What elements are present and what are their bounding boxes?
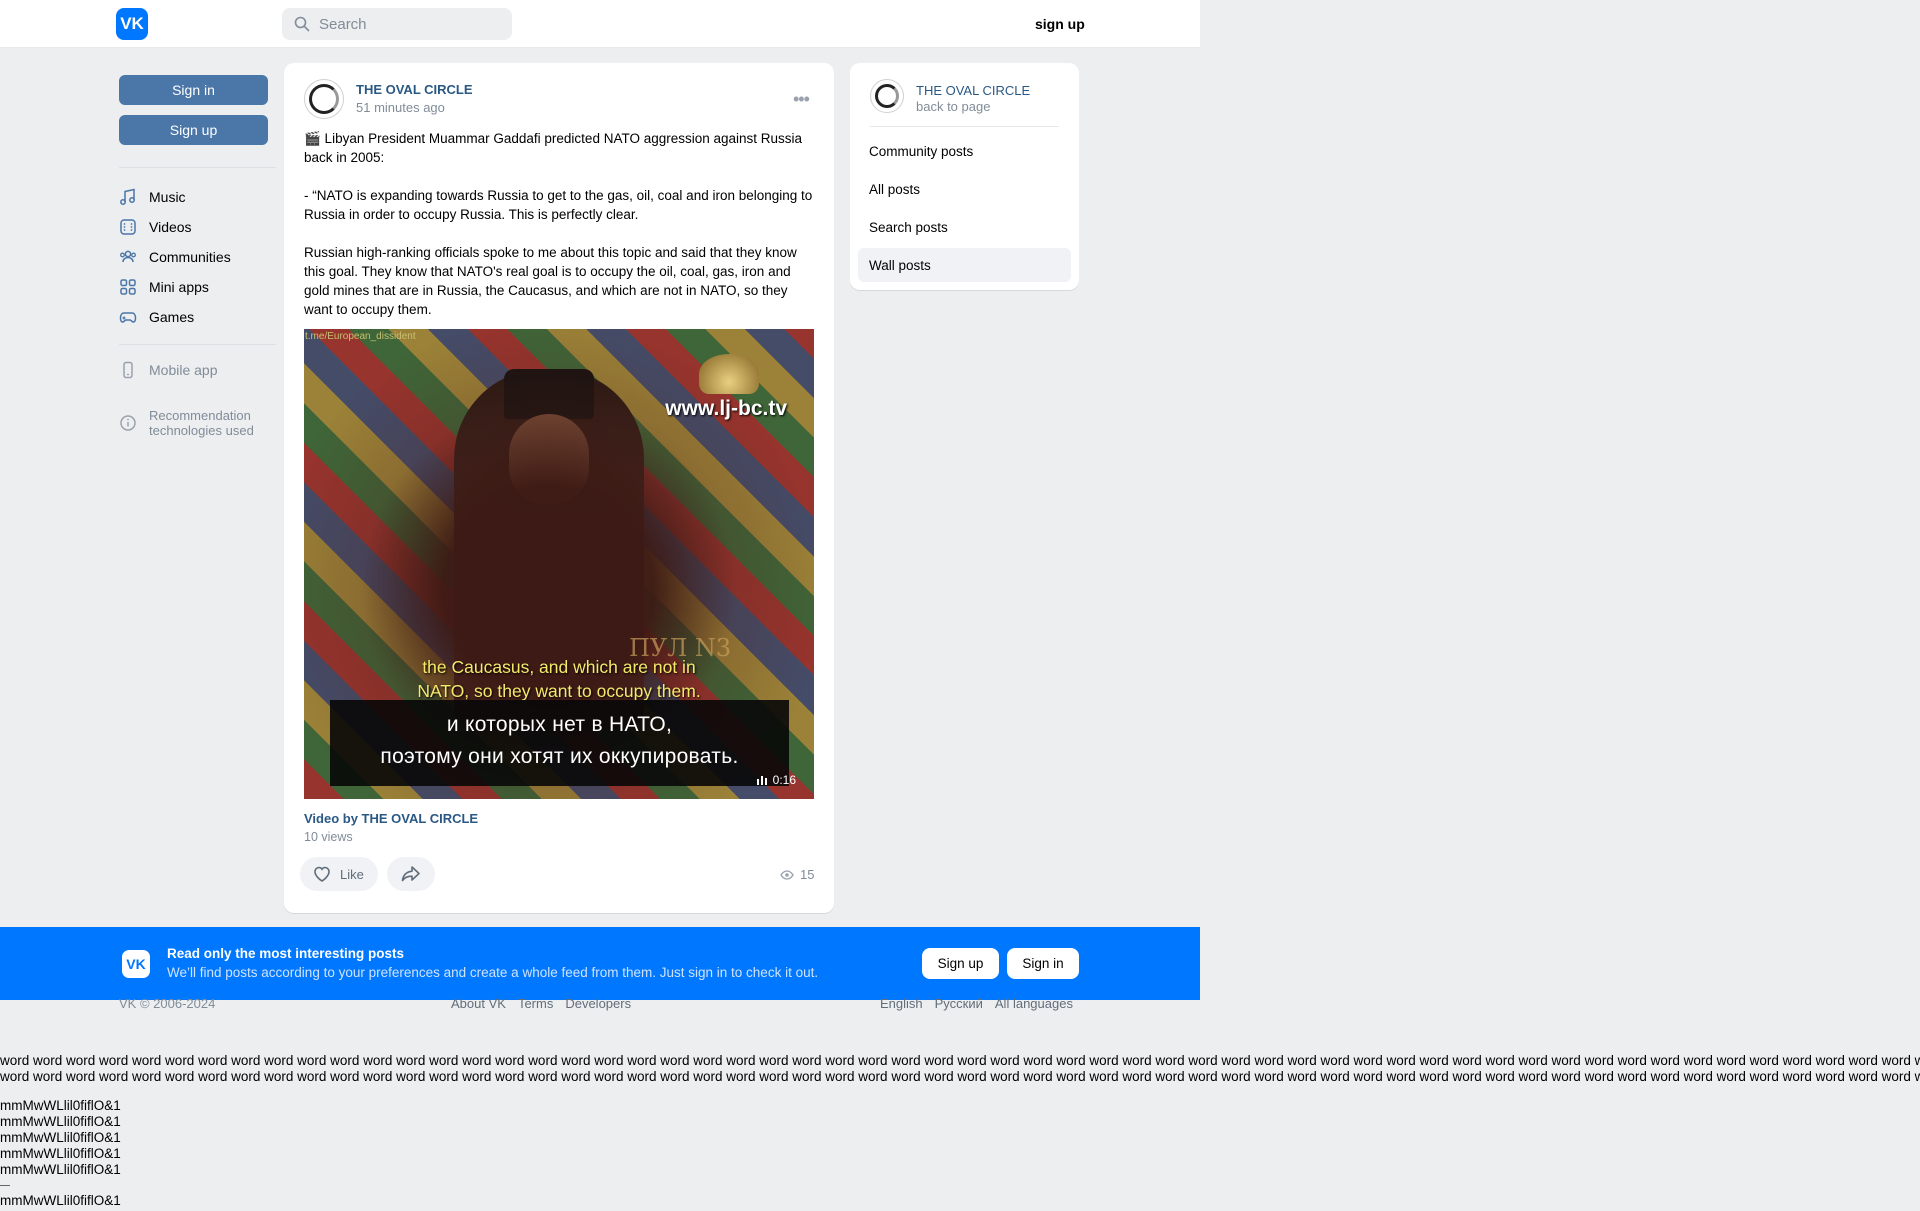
filler-word-lines: word word word word word word word word … (0, 1053, 1920, 1085)
share-icon (401, 866, 420, 882)
subtitle-line: поэтому они хотят их оккупировать. (380, 745, 739, 768)
filler-line: word word word word word word word word … (0, 1069, 1920, 1084)
like-label: Like (340, 866, 364, 882)
search-input[interactable]: Search (282, 8, 512, 40)
more-options-icon[interactable]: ••• (793, 89, 810, 110)
banner-signup-button[interactable]: Sign up (922, 948, 999, 979)
mini-apps-icon (120, 279, 136, 295)
glyph-line: mmMwWLlil0fiflO&1 (0, 1193, 121, 1208)
sound-bars-icon (756, 776, 767, 785)
sidebar-item-label: Mobile app (149, 362, 218, 378)
post-paragraph: Russian high-ranking officials spoke to … (304, 245, 797, 317)
video-subtitle-en: the Caucasus, and which are not in NATO,… (304, 655, 814, 703)
post-paragraph: - “NATO is expanding towards Russia to g… (304, 188, 813, 222)
duration-text: 0:16 (772, 773, 796, 787)
sidebar-item-label: Music (149, 189, 186, 205)
search-placeholder: Search (319, 15, 367, 33)
phone-icon (123, 361, 133, 379)
subtitle-line: the Caucasus, and which are not in (422, 657, 696, 677)
video-watermark: t.me/European_dissident (305, 331, 416, 342)
post-author-link[interactable]: THE OVAL CIRCLE (356, 82, 473, 97)
sidebar-item-games[interactable]: Games (119, 306, 194, 328)
language-all[interactable]: All languages (995, 996, 1073, 1011)
glyph-line: mmMwWLlil0fiflO&1 (0, 1130, 121, 1145)
banner-title: Read only the most interesting posts (167, 946, 405, 961)
vk-logo[interactable]: VK (116, 8, 148, 40)
signup-button[interactable]: Sign up (119, 115, 268, 145)
glyph-line: mmMwWLlil0fiflO&1 (0, 1146, 121, 1161)
views-count: 15 (800, 867, 815, 882)
signin-button[interactable]: Sign in (119, 75, 268, 105)
sidebar-item-label: Games (149, 309, 195, 325)
like-button[interactable]: Like (300, 857, 378, 891)
language-english[interactable]: English (880, 996, 923, 1011)
sidebar-item-mini-apps[interactable]: Mini apps (119, 276, 209, 298)
signin-promo-banner: VK Read only the most interesting posts … (0, 927, 1200, 1000)
sidebar-item-recommendations[interactable]: Recommendation technologies used (119, 408, 269, 438)
language-links: English Русский All languages (880, 996, 1073, 1011)
filler-line: word word word word word word word word … (0, 1053, 1920, 1068)
language-russian[interactable]: Русский (935, 996, 983, 1011)
sidebar-item-music[interactable]: Music (119, 186, 186, 208)
menu-item-wall-posts[interactable]: Wall posts (858, 248, 1071, 282)
games-icon (119, 312, 137, 323)
sidebar-item-communities[interactable]: Communities (119, 246, 231, 268)
nav-divider (119, 167, 276, 168)
info-icon (120, 415, 136, 431)
sidebar-item-videos[interactable]: Videos (119, 216, 192, 238)
glyph-divider (0, 1185, 10, 1186)
video-title-link[interactable]: Video by THE OVAL CIRCLE (304, 811, 478, 826)
sidebar-item-label: Communities (149, 249, 231, 265)
footer-links: About VK Terms Developers (451, 996, 631, 1011)
footer-link-developers[interactable]: Developers (565, 996, 631, 1011)
back-to-page-link[interactable]: back to page (916, 99, 990, 114)
video-player[interactable]: t.me/European_dissident www.lj-bc.tv ПУЛ… (304, 329, 814, 799)
banner-subtitle: We’ll find posts according to your prefe… (167, 965, 819, 980)
sidebar-item-label: Recommendation technologies used (149, 408, 254, 438)
video-icon (120, 219, 136, 235)
post-time[interactable]: 51 minutes ago (356, 100, 445, 115)
community-avatar[interactable] (870, 79, 904, 113)
author-avatar[interactable] (304, 79, 344, 119)
wall-post: THE OVAL CIRCLE 51 minutes ago ••• 🎬 Lib… (284, 63, 834, 913)
heart-icon (314, 866, 330, 882)
banner-signin-button[interactable]: Sign in (1007, 948, 1079, 979)
music-icon (120, 188, 135, 205)
sidebar-item-mobile-app[interactable]: Mobile app (119, 359, 218, 381)
sidebar-item-label: Mini apps (149, 279, 209, 295)
video-subtitle-ru: и которых нет в НАТО, поэтому они хотят … (330, 709, 789, 773)
search-icon (294, 16, 310, 32)
post-views: 15 (780, 867, 814, 882)
share-button[interactable] (387, 857, 435, 891)
video-site-label: www.lj-bc.tv (665, 397, 787, 420)
communities-icon (120, 250, 136, 263)
glyph-line: mmMwWLlil0fiflO&1 (0, 1114, 121, 1129)
nav-divider (119, 344, 276, 345)
video-channel-logo (699, 354, 759, 394)
glyph-test-lines: mmMwWLlil0fiflO&1 mmMwWLlil0fiflO&1 mmMw… (0, 1098, 121, 1209)
menu-item-community-posts[interactable]: Community posts (858, 134, 1071, 168)
sidebar-item-label: Videos (149, 219, 192, 235)
top-header: VK Search sign up (0, 0, 1200, 48)
footer-link-about[interactable]: About VK (451, 996, 506, 1011)
header-signup-link[interactable]: sign up (1035, 16, 1085, 32)
vk-logo: VK (122, 950, 150, 978)
menu-item-all-posts[interactable]: All posts (858, 172, 1071, 206)
eye-icon (780, 869, 794, 880)
community-nav-card: THE OVAL CIRCLE back to page Community p… (850, 63, 1079, 290)
subtitle-line: и которых нет в НАТО, (446, 713, 673, 736)
community-name-link[interactable]: THE OVAL CIRCLE (916, 83, 1030, 98)
glyph-line: mmMwWLlil0fiflO&1 (0, 1162, 121, 1177)
video-views: 10 views (304, 830, 353, 844)
post-paragraph: 🎬 Libyan President Muammar Gaddafi predi… (304, 131, 803, 165)
video-duration: 0:16 (756, 773, 796, 787)
glyph-line: mmMwWLlil0fiflO&1 (0, 1098, 121, 1113)
menu-item-search-posts[interactable]: Search posts (858, 210, 1071, 244)
copyright: VK © 2006-2024 (119, 996, 216, 1011)
post-text: 🎬 Libyan President Muammar Gaddafi predi… (304, 129, 819, 319)
card-divider (870, 126, 1059, 127)
footer-link-terms[interactable]: Terms (518, 996, 553, 1011)
